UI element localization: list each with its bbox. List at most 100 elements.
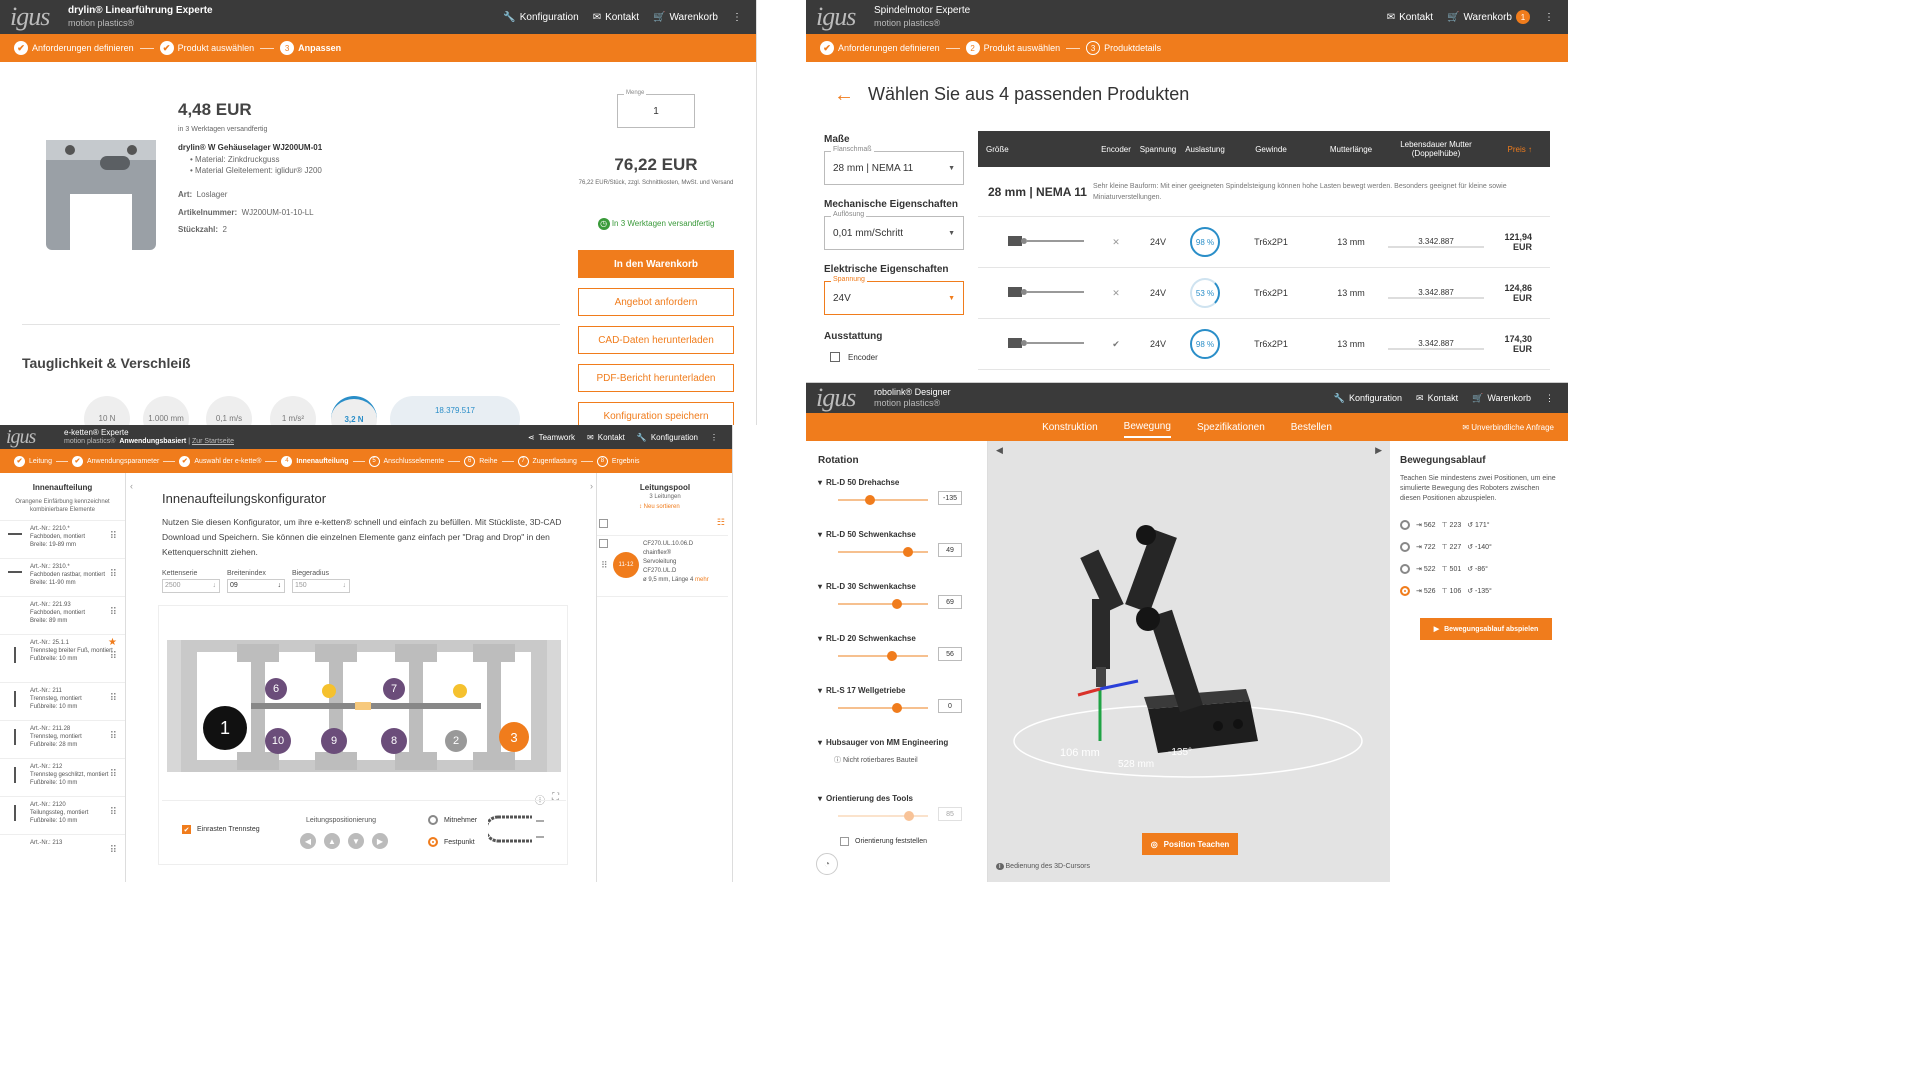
cable-circle-2[interactable]: 2 — [445, 730, 467, 752]
table-row[interactable]: ✔ 24V 98 % Tr6x2P1 13 mm 3.342.887 174,3… — [978, 319, 1550, 370]
spannung-select[interactable]: Spannung 24V ▼ — [824, 276, 964, 315]
nav-kontakt[interactable]: ✉ Kontakt — [593, 12, 639, 23]
axis-slider[interactable]: 56 — [818, 647, 987, 663]
menge-field[interactable]: Menge 1 — [617, 90, 695, 128]
step-anpassen[interactable]: 3 Anpassen — [280, 41, 341, 55]
orientation-fix-checkbox[interactable]: Orientierung feststellen — [840, 837, 987, 846]
nav-konfiguration[interactable]: 🔧 Konfiguration — [503, 12, 578, 23]
more-menu-icon[interactable]: ⋮ — [1545, 393, 1554, 404]
step-innenaufteilung[interactable]: 4 Innenaufteilung — [281, 455, 349, 467]
igus-logo[interactable]: igus — [816, 2, 864, 32]
slider-knob[interactable] — [891, 599, 902, 609]
drag-handle-icon[interactable]: ⠿ — [110, 808, 117, 818]
igus-logo[interactable]: igus — [6, 426, 54, 449]
drag-handle-icon[interactable]: ⠿ — [110, 570, 117, 580]
pool-select-all-checkbox[interactable] — [599, 519, 608, 528]
pool-list-icon[interactable]: ☷ — [717, 517, 725, 528]
slider-knob[interactable] — [887, 651, 897, 661]
step-anwendungsparameter[interactable]: ✔ Anwendungsparameter — [71, 455, 159, 467]
collapse-right-icon[interactable]: › — [590, 481, 593, 491]
mitnehmer-radio[interactable]: Mitnehmer — [428, 815, 477, 825]
axis-slider[interactable]: -135 — [818, 491, 987, 507]
more-link[interactable]: mehr — [695, 577, 709, 583]
cable-circle-6[interactable]: 6 — [265, 678, 287, 700]
igus-logo[interactable]: igus — [10, 2, 58, 32]
orientation-value-field[interactable]: 85 — [938, 807, 962, 821]
nav-kontakt[interactable]: ✉ Kontakt — [587, 433, 625, 442]
nav-warenkorb[interactable]: 🛒 Warenkorb — [1472, 393, 1531, 404]
chevron-down-icon[interactable]: ▾ — [818, 582, 822, 591]
position-row[interactable]: ⇥ 526 ⊤ 106 ↺ -135° — [1400, 580, 1556, 602]
tab-bestellen[interactable]: Bestellen — [1291, 422, 1332, 433]
drag-handle-icon[interactable]: ⠿ — [110, 846, 117, 856]
robot-3d-viewport[interactable]: ◀ ▶ 106 mm 528 mm -135° ◎ Position Teache… — [988, 441, 1390, 882]
drag-handle-icon[interactable]: ⠿ — [110, 694, 117, 704]
save-config-button[interactable]: Konfiguration speichern — [578, 402, 734, 425]
prev-arrow-icon[interactable]: ◀ — [996, 445, 1003, 456]
drag-handle-icon[interactable]: ⠿ — [110, 652, 117, 662]
nav-konfiguration[interactable]: 🔧 Konfiguration — [637, 433, 698, 442]
pool-sort-link[interactable]: ↕ Neu sortieren — [597, 504, 732, 510]
flansch-select[interactable]: Flanschmaß 28 mm | NEMA 11 ▼ — [824, 146, 964, 185]
position-row[interactable]: ⇥ 722 ⊤ 227 ↺ -140° — [1400, 536, 1556, 558]
einrasten-checkbox[interactable]: ✔ Einrasten Trennsteg — [182, 825, 260, 834]
home-link[interactable]: Zur Startseite — [192, 438, 234, 445]
kettenserie-field[interactable]: Kettenserie 2500 ↓ — [162, 570, 220, 593]
axis-value-field[interactable]: 0 — [938, 699, 962, 713]
nav-warenkorb[interactable]: 🛒 Warenkorb 1 — [1447, 10, 1530, 24]
chevron-down-icon[interactable]: ▾ — [818, 478, 822, 487]
table-row[interactable]: ✕ 24V 53 % Tr6x2P1 13 mm 3.342.887 124,8… — [978, 268, 1550, 319]
position-row[interactable]: ⇥ 522 ⊤ 501 ↺ -86° — [1400, 558, 1556, 580]
play-sequence-button[interactable]: ▶ Bewegungsablauf abspielen — [1420, 618, 1552, 640]
drag-handle-icon[interactable]: ⠿ — [110, 770, 117, 780]
more-menu-icon[interactable]: ⋮ — [710, 433, 718, 442]
cable-circle-small-yellow-2[interactable] — [453, 684, 467, 698]
chevron-down-icon[interactable]: ▾ — [818, 738, 822, 747]
pdf-report-button[interactable]: PDF-Bericht herunterladen — [578, 364, 734, 392]
tab-konstruktion[interactable]: Konstruktion — [1042, 422, 1098, 433]
nav-konfiguration[interactable]: 🔧 Konfiguration — [1334, 393, 1402, 404]
step-produkt[interactable]: 2 Produkt auswählen — [965, 41, 1060, 55]
step-anforderungen[interactable]: ✔ Anforderungen definieren — [14, 41, 134, 55]
slider-knob[interactable] — [904, 811, 914, 821]
more-menu-icon[interactable]: ⋮ — [1544, 12, 1554, 23]
list-item[interactable]: Art.-Nr.: 212 Trennsteg geschlitzt, monti… — [0, 759, 125, 797]
step-anschluss[interactable]: 5 Anschlusselemente — [368, 455, 444, 467]
nav-teamwork[interactable]: ⋖ Teamwork — [528, 433, 575, 442]
tab-bewegung[interactable]: Bewegung — [1123, 421, 1171, 438]
step-zugentlastung[interactable]: 7 Zugentlastung — [517, 455, 577, 467]
cable-circle-9[interactable]: 9 — [321, 728, 347, 754]
list-item[interactable]: Art.-Nr.: 2310.* Fachboden rastbar, monti… — [0, 559, 125, 597]
request-offer-button[interactable]: Angebot anfordern — [578, 288, 734, 316]
axis-slider[interactable]: 49 — [818, 543, 987, 559]
teach-position-button[interactable]: ◎ Position Teachen — [1142, 833, 1238, 855]
festpunkt-radio[interactable]: Festpunkt — [428, 837, 475, 847]
drag-handle-icon[interactable]: ⠿ — [110, 532, 117, 542]
chevron-down-icon[interactable]: ▾ — [818, 686, 822, 695]
chevron-down-icon[interactable]: ▾ — [818, 794, 822, 803]
breitenindex-field[interactable]: Breitenindex 09 ↓ — [227, 570, 285, 593]
arrow-left-icon[interactable]: ◀ — [300, 833, 316, 849]
arrow-right-icon[interactable]: ▶ — [372, 833, 388, 849]
step-reihe[interactable]: 6 Reihe — [464, 455, 498, 467]
pool-item[interactable]: ⠿ 11-12 CF270.UL.10.06.D chainflex® Servol… — [597, 535, 728, 597]
list-item[interactable]: Art.-Nr.: 25.1.1 Trennsteg breiter Fuß, m… — [0, 635, 125, 683]
nav-kontakt[interactable]: ✉ Kontakt — [1387, 12, 1433, 23]
drag-handle-icon[interactable]: ⠿ — [110, 732, 117, 742]
slider-knob[interactable] — [891, 703, 902, 713]
axis-value-field[interactable]: 49 — [938, 543, 962, 557]
axis-slider[interactable]: 69 — [818, 595, 987, 611]
tab-spezifikationen[interactable]: Spezifikationen — [1197, 422, 1265, 433]
pool-item-checkbox[interactable] — [599, 539, 608, 548]
back-arrow-icon[interactable]: ← — [834, 84, 854, 107]
position-row[interactable]: ⇥ 562 ⊤ 223 ↺ 171° — [1400, 514, 1556, 536]
biegeradius-field[interactable]: Biegeradius 150 ↓ — [292, 570, 350, 593]
cable-circle-8[interactable]: 8 — [381, 728, 407, 754]
cable-circle-10[interactable]: 10 — [265, 728, 291, 754]
slider-knob[interactable] — [903, 547, 914, 557]
axis-value-field[interactable]: -135 — [938, 491, 962, 505]
slider-knob[interactable] — [864, 495, 875, 505]
arrow-up-icon[interactable]: ▲ — [324, 833, 340, 849]
list-item[interactable]: Art.-Nr.: 211 Trennsteg, montiert Fußbreit… — [0, 683, 125, 721]
list-item[interactable]: Art.-Nr.: 2120 Teilungssteg, montiert Fußb… — [0, 797, 125, 835]
